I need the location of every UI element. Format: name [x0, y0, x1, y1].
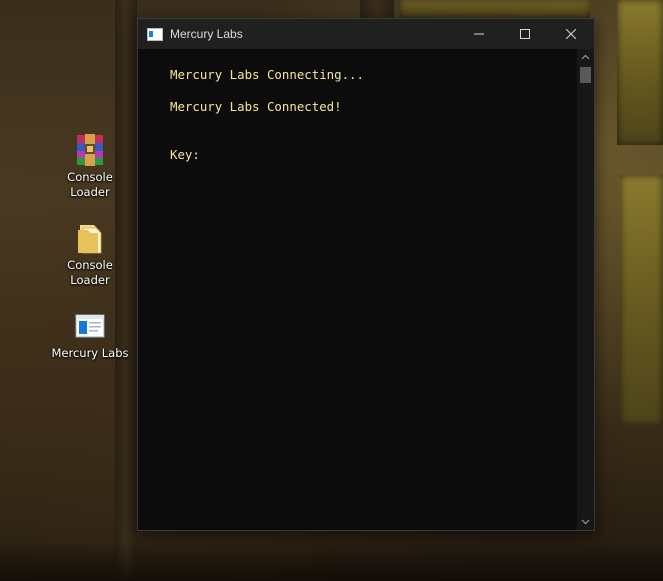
close-button[interactable]	[548, 19, 594, 49]
window-titlebar[interactable]: Mercury Labs	[138, 19, 594, 49]
desktop-icon-console-loader-archive[interactable]: Console Loader	[50, 134, 130, 200]
console-app-icon	[74, 310, 106, 342]
background-floor	[0, 541, 663, 581]
desktop-icon-console-loader-folder[interactable]: Console Loader	[50, 222, 130, 288]
maximize-button[interactable]	[502, 19, 548, 49]
background-beam	[115, 0, 137, 581]
console-app-icon	[147, 27, 163, 41]
winrar-archive-icon	[74, 134, 106, 166]
close-icon	[566, 29, 576, 39]
minimize-icon	[474, 33, 484, 35]
background-window-pane	[620, 175, 663, 425]
minimize-button[interactable]	[456, 19, 502, 49]
console-window[interactable]: Mercury Labs Mercury Labs Connecting...	[137, 18, 595, 531]
chevron-up-icon	[581, 54, 590, 60]
console-line: Mercury Labs Connecting...	[170, 67, 364, 82]
vertical-scrollbar[interactable]	[577, 49, 594, 530]
background-window-pane	[400, 0, 590, 18]
console-output[interactable]: Mercury Labs Connecting... Mercury Labs …	[138, 49, 576, 530]
chevron-down-icon	[581, 519, 590, 525]
folder-icon	[74, 222, 106, 254]
background-beam	[360, 0, 394, 18]
desktop-icon-mercury-labs[interactable]: Mercury Labs	[50, 310, 130, 361]
desktop: Console Loader Console Loader Mercury La…	[0, 0, 663, 581]
background-window-pane	[617, 0, 663, 145]
scroll-down-button[interactable]	[577, 514, 594, 530]
scroll-up-button[interactable]	[577, 49, 594, 65]
desktop-icon-label: Mercury Labs	[51, 346, 129, 360]
desktop-icon-label: Console Loader	[67, 170, 113, 199]
console-prompt: Key:	[170, 147, 200, 162]
desktop-icon-label: Console Loader	[67, 258, 113, 287]
maximize-icon	[520, 29, 530, 39]
console-line: Mercury Labs Connected!	[170, 99, 342, 114]
window-title: Mercury Labs	[170, 27, 243, 41]
scrollbar-thumb[interactable]	[580, 67, 591, 83]
